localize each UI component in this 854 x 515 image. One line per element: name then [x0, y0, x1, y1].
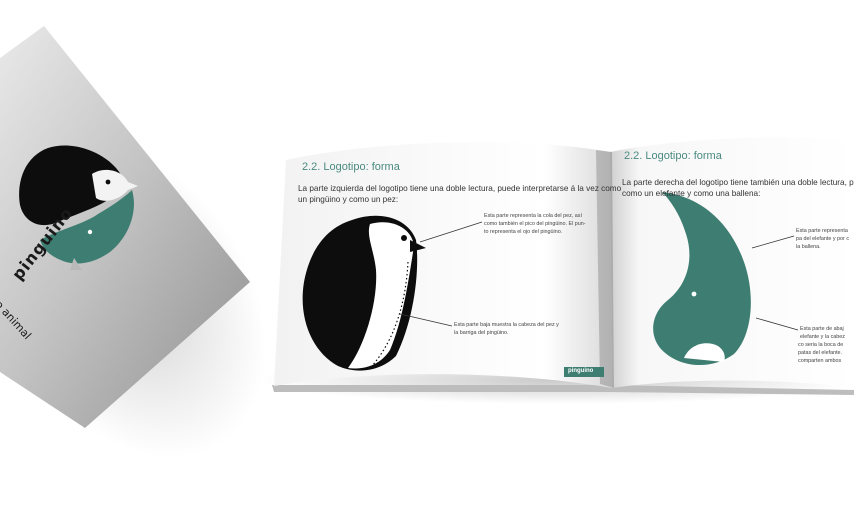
right-note-bottom-l1: Esta parte de abaj [800, 326, 844, 332]
right-intro-line-2: como un elefante y como una ballena: [622, 189, 761, 198]
right-note-bottom-l4: patas del elefante. [798, 350, 843, 356]
left-note-top-l1: Esta parte representa la cola del pez, a… [484, 213, 582, 219]
right-note-top-l3: la ballena. [796, 244, 821, 250]
right-page-title: 2.2. Logotipo: forma [624, 150, 722, 162]
left-note-bottom-l1: Esta parte baja muestra la cabeza del pe… [454, 322, 559, 328]
left-page-title: 2.2. Logotipo: forma [302, 161, 400, 173]
left-note-top-l2: como también el pico del pingüino. El pu… [484, 221, 586, 227]
left-intro-line-2: un pingüino y como un pez: [298, 195, 399, 204]
right-note-bottom-l3: co seria la boca de [798, 342, 844, 348]
right-intro-line-1: La parte derecha del logotipo tiene tamb… [622, 178, 854, 187]
left-footer-badge-text: pinguino [568, 368, 594, 374]
left-intro-line-1: La parte izquierda del logotipo tiene un… [298, 184, 622, 193]
right-note-bottom-l5: comparten ambos [798, 358, 842, 364]
left-note-bottom-l2: la barriga del pingüino. [454, 330, 509, 336]
brochure-mockup [0, 26, 854, 458]
right-note-top-l2: pa del elefante y por c [796, 236, 850, 242]
right-note-bottom-l2: elefante y la cabez [800, 334, 845, 340]
right-note-top-l1: Esta parte representa [796, 228, 848, 234]
left-note-top-l3: to representa el ojo del pingüino. [484, 229, 563, 235]
